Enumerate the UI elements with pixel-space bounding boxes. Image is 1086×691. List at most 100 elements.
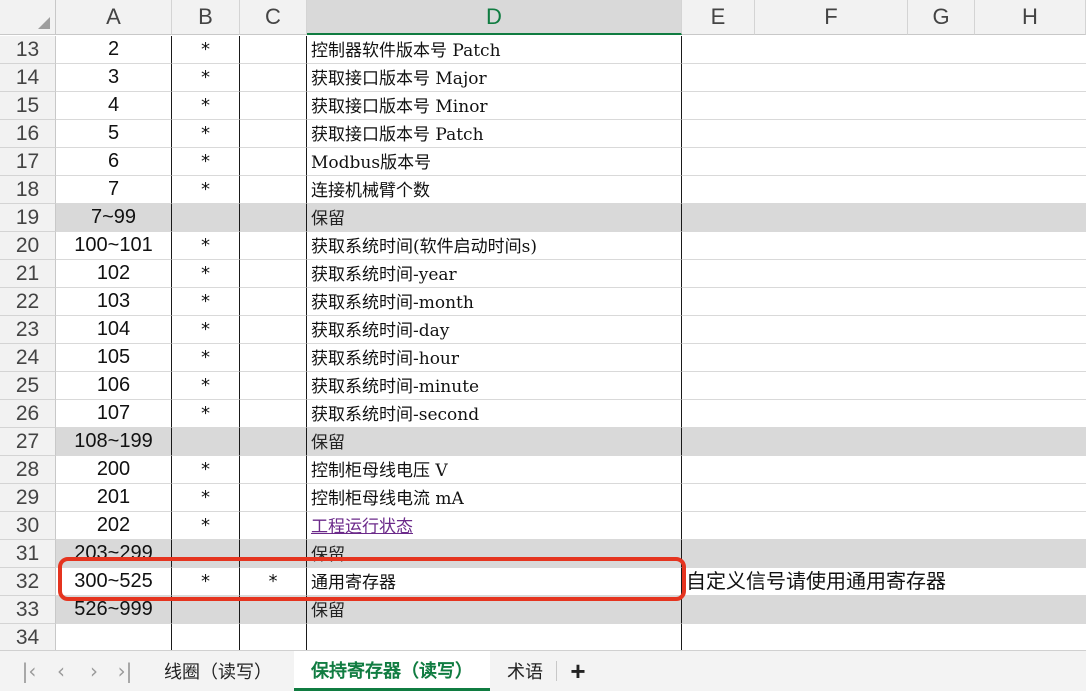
cell-d[interactable]: 保留 (307, 596, 682, 624)
cell-e[interactable] (682, 92, 1086, 120)
cell-c[interactable] (240, 400, 307, 428)
cell-c[interactable] (240, 232, 307, 260)
cell-d[interactable]: 获取系统时间-year (307, 260, 682, 288)
cell-d[interactable]: 获取系统时间(软件启动时间s) (307, 232, 682, 260)
cell-a[interactable]: 106 (56, 372, 172, 400)
row-header[interactable]: 23 (0, 316, 56, 344)
sheet-tab-glossary[interactable]: 术语 (494, 651, 556, 691)
row-header[interactable]: 30 (0, 512, 56, 540)
row-header[interactable]: 29 (0, 484, 56, 512)
cell-a[interactable]: 6 (56, 148, 172, 176)
cell-a[interactable] (56, 624, 172, 650)
cell-b[interactable]: * (172, 176, 240, 204)
cell-e[interactable] (682, 344, 1086, 372)
cell-b[interactable] (172, 624, 240, 650)
cell-c[interactable] (240, 624, 307, 650)
cell-a[interactable]: 104 (56, 316, 172, 344)
row-header[interactable]: 32 (0, 568, 56, 596)
column-header-b[interactable]: B (172, 0, 240, 35)
cell-e[interactable] (682, 428, 1086, 456)
cell-b[interactable]: * (172, 232, 240, 260)
cell-b[interactable]: * (172, 64, 240, 92)
row-header[interactable]: 21 (0, 260, 56, 288)
last-sheet-icon[interactable]: ›| (114, 659, 136, 683)
column-header-g[interactable]: G (908, 0, 975, 35)
cell-a[interactable]: 7 (56, 176, 172, 204)
cell-e[interactable] (682, 316, 1086, 344)
cell-a[interactable]: 4 (56, 92, 172, 120)
row-header[interactable]: 15 (0, 92, 56, 120)
row-header[interactable]: 24 (0, 344, 56, 372)
cell-a[interactable]: 203~299 (56, 540, 172, 568)
cell-a[interactable]: 100~101 (56, 232, 172, 260)
column-header-h[interactable]: H (975, 0, 1086, 35)
cell-d[interactable]: 控制柜母线电压 V (307, 456, 682, 484)
next-sheet-icon[interactable]: › (83, 659, 105, 683)
cell-e[interactable] (682, 36, 1086, 64)
cell-e[interactable] (682, 260, 1086, 288)
cell-a[interactable]: 7~99 (56, 204, 172, 232)
cell-c[interactable] (240, 540, 307, 568)
cell-e[interactable] (682, 624, 1086, 650)
cell-b[interactable] (172, 540, 240, 568)
cell-d[interactable]: 保留 (307, 204, 682, 232)
cell-c[interactable] (240, 176, 307, 204)
column-header-f[interactable]: F (755, 0, 908, 35)
cell-a[interactable]: 103 (56, 288, 172, 316)
first-sheet-icon[interactable]: |‹ (18, 659, 40, 683)
cell-c[interactable] (240, 428, 307, 456)
cell-c[interactable] (240, 372, 307, 400)
cell-e[interactable] (682, 120, 1086, 148)
row-header[interactable]: 34 (0, 624, 56, 650)
cell-d-hyperlink[interactable]: 工程运行状态 (307, 512, 682, 540)
cell-a[interactable]: 108~199 (56, 428, 172, 456)
column-header-e[interactable]: E (682, 0, 755, 35)
cell-a[interactable]: 102 (56, 260, 172, 288)
cell-c[interactable] (240, 92, 307, 120)
cell-e[interactable] (682, 372, 1086, 400)
cell-d[interactable]: 获取系统时间-day (307, 316, 682, 344)
column-header-c[interactable]: C (240, 0, 307, 35)
cell-b[interactable]: * (172, 400, 240, 428)
add-sheet-icon[interactable]: + (564, 656, 592, 686)
cell-c[interactable] (240, 484, 307, 512)
row-header[interactable]: 26 (0, 400, 56, 428)
cell-e[interactable] (682, 512, 1086, 540)
row-header[interactable]: 19 (0, 204, 56, 232)
cell-b[interactable]: * (172, 92, 240, 120)
row-header[interactable]: 18 (0, 176, 56, 204)
cell-c[interactable] (240, 456, 307, 484)
cell-d[interactable]: 获取系统时间-minute (307, 372, 682, 400)
cell-d[interactable]: 连接机械臂个数 (307, 176, 682, 204)
cell-a[interactable]: 526~999 (56, 596, 172, 624)
column-header-d[interactable]: D (307, 0, 682, 35)
cell-d[interactable]: 控制器软件版本号 Patch (307, 36, 682, 64)
sheet-tab-coils[interactable]: 线圈（读写） (150, 651, 286, 691)
cell-b[interactable] (172, 204, 240, 232)
select-all-corner[interactable] (0, 0, 56, 35)
cell-b[interactable]: * (172, 512, 240, 540)
cell-d[interactable]: 获取系统时间-month (307, 288, 682, 316)
cell-c[interactable] (240, 596, 307, 624)
cell-b[interactable] (172, 596, 240, 624)
cell-b[interactable]: * (172, 344, 240, 372)
cell-b[interactable]: * (172, 456, 240, 484)
cell-b[interactable]: * (172, 372, 240, 400)
cell-c[interactable] (240, 316, 307, 344)
cell-e[interactable] (682, 484, 1086, 512)
row-header[interactable]: 20 (0, 232, 56, 260)
row-header[interactable]: 22 (0, 288, 56, 316)
cell-b[interactable]: * (172, 484, 240, 512)
cell-c[interactable] (240, 344, 307, 372)
cell-b[interactable]: * (172, 260, 240, 288)
cell-b[interactable]: * (172, 120, 240, 148)
cell-a[interactable]: 201 (56, 484, 172, 512)
cell-b[interactable]: * (172, 316, 240, 344)
cell-e[interactable] (682, 596, 1086, 624)
row-header[interactable]: 31 (0, 540, 56, 568)
cell-d[interactable]: 获取系统时间-second (307, 400, 682, 428)
cell-d[interactable]: 获取接口版本号 Major (307, 64, 682, 92)
cell-e[interactable] (682, 148, 1086, 176)
row-header[interactable]: 13 (0, 36, 56, 64)
cell-b[interactable]: * (172, 568, 240, 596)
